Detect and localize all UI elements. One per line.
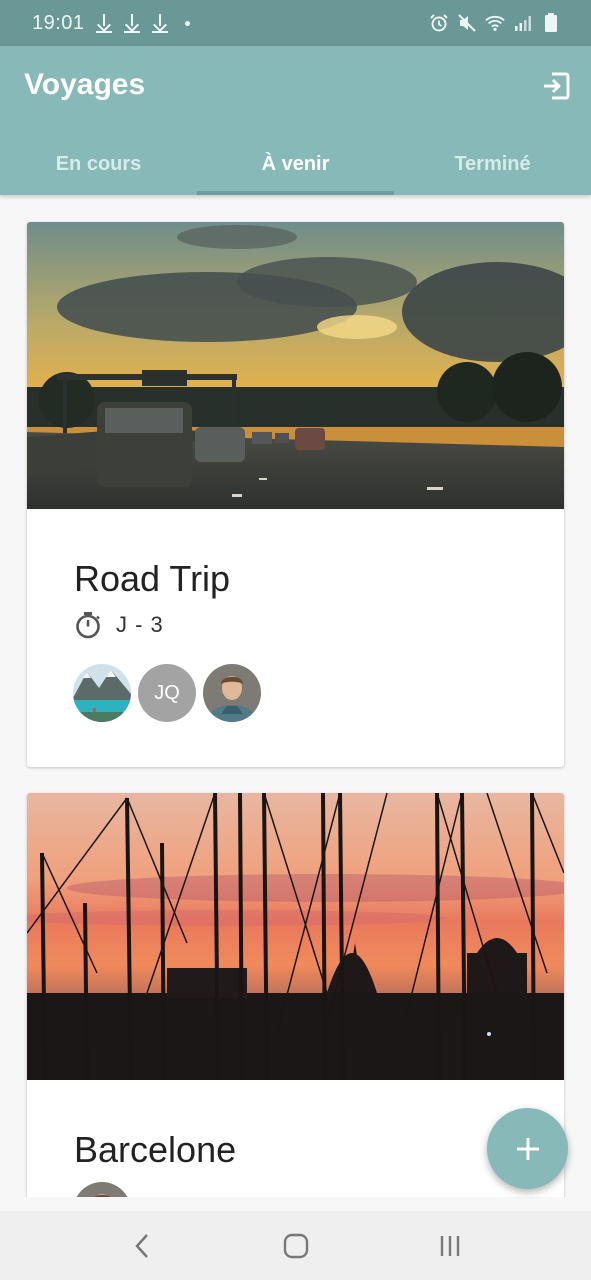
download-icon (123, 13, 141, 33)
notification-dot-icon (184, 20, 190, 26)
mute-icon (457, 13, 477, 33)
alarm-icon (429, 13, 449, 33)
participant-initials-avatar[interactable]: JQ (138, 664, 196, 722)
trip-title: Barcelone (74, 1129, 237, 1170)
app-title: Voyages (24, 68, 146, 101)
status-bar: 19:01 (0, 0, 591, 46)
status-left: 19:01 (32, 12, 190, 35)
exit-icon (544, 72, 570, 100)
trip-countdown: J - 3 (74, 611, 164, 639)
back-icon (135, 1234, 148, 1258)
system-nav-bar (0, 1211, 591, 1280)
lake-mountain-avatar[interactable] (73, 664, 131, 722)
add-trip-button[interactable] (487, 1108, 568, 1189)
highway-sunset-photo (27, 222, 564, 509)
trip-card-barcelone[interactable]: Barcelone (27, 793, 564, 1197)
nav-home-button[interactable] (276, 1229, 316, 1263)
status-time: 19:01 (32, 11, 85, 34)
battery-icon (541, 13, 561, 33)
countdown-label: J - 3 (116, 612, 164, 637)
home-icon (283, 1233, 309, 1259)
tab-en-cours[interactable]: En cours (0, 134, 197, 195)
wifi-icon (485, 13, 505, 33)
download-icon (151, 13, 169, 33)
participant-list (73, 1182, 131, 1197)
nav-back-button[interactable] (122, 1229, 162, 1263)
app-bar: Voyages En cours À venir Terminé (0, 46, 591, 195)
nav-recents-button[interactable] (430, 1229, 470, 1263)
trip-card-road-trip[interactable]: Road Trip J - 3 JQ (27, 222, 564, 767)
tab-termine[interactable]: Terminé (394, 134, 591, 195)
recents-icon (440, 1236, 460, 1256)
status-right (429, 13, 561, 33)
plus-icon (516, 1137, 539, 1160)
tab-a-venir[interactable]: À venir (197, 134, 394, 195)
timer-icon (76, 612, 100, 639)
harbor-masts-sunset-photo (27, 793, 564, 1080)
participant-list: JQ (73, 664, 261, 722)
tab-bar: En cours À venir Terminé (0, 134, 591, 195)
man-portrait-avatar[interactable] (203, 664, 261, 722)
man-portrait-avatar[interactable] (73, 1182, 131, 1197)
signal-icon (513, 13, 533, 33)
trip-title: Road Trip (74, 558, 231, 599)
download-icon (95, 13, 113, 33)
exit-button[interactable] (540, 70, 572, 102)
trip-list: Road Trip J - 3 JQ Barcelone (0, 195, 591, 1197)
